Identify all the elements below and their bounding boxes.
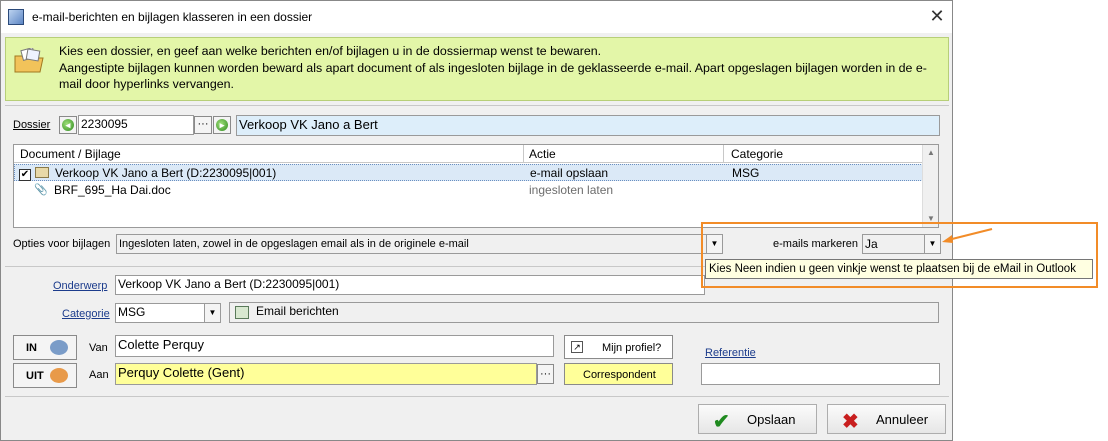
chevron-down-icon[interactable]: ▼: [204, 304, 220, 322]
email-envelope-icon: [35, 167, 49, 178]
dossier-next-button[interactable]: ▸: [213, 116, 231, 134]
aan-browse-button[interactable]: ···: [537, 364, 554, 384]
column-separator: [523, 145, 524, 163]
profile-button-label: Mijn profiel?: [602, 342, 662, 354]
opties-select[interactable]: Ingesloten laten, zowel in de opgeslagen…: [116, 234, 723, 254]
row-document: Verkoop VK Jano a Bert (D:2230095|001): [55, 166, 277, 180]
markeren-tooltip: Kies Neen indien u geen vinkje wenst te …: [705, 259, 1093, 279]
separator: [5, 105, 949, 106]
row-document: BRF_695_Ha Dai.doc: [54, 183, 171, 197]
person-mail-icon: [50, 340, 68, 355]
dossier-browse-button[interactable]: ···: [194, 116, 212, 134]
green-arrow-icon: ▸: [216, 119, 228, 131]
onderwerp-label: Onderwerp: [53, 280, 108, 292]
van-field[interactable]: Colette Perquy: [115, 335, 554, 357]
cancel-button-label: Annuleer: [876, 412, 929, 427]
categorie-description: Email berichten: [229, 302, 939, 323]
aan-label: Aan: [89, 369, 109, 381]
paperclip-icon: 📎: [34, 184, 48, 196]
cancel-button[interactable]: ✖ Annuleer: [827, 404, 946, 434]
onderwerp-field[interactable]: Verkoop VK Jano a Bert (D:2230095|001): [115, 275, 705, 295]
close-x-icon: ✖: [842, 411, 859, 433]
correspondent-button-label: Correspondent: [583, 369, 656, 381]
app-icon: [8, 9, 24, 25]
save-button-label: Opslaan: [747, 412, 796, 427]
window-title: e-mail-berichten en bijlagen klasseren i…: [32, 10, 313, 24]
referentie-label: Referentie: [705, 347, 756, 359]
table-icon: [235, 306, 249, 319]
info-line-1: Kies een dossier, en geef aan welke beri…: [59, 44, 602, 58]
column-header-categorie[interactable]: Categorie: [731, 147, 783, 161]
info-text: Kies een dossier, en geef aan welke beri…: [59, 43, 944, 93]
person-send-icon: [50, 368, 68, 383]
dossier-name-field[interactable]: Verkoop VK Jano a Bert: [236, 115, 940, 136]
column-separator: [723, 145, 724, 163]
aan-field[interactable]: Perquy Colette (Gent): [115, 363, 537, 385]
profile-button[interactable]: ↗ Mijn profiel?: [564, 335, 673, 359]
green-arrow-icon: ◂: [62, 119, 74, 131]
dialog-window: e-mail-berichten en bijlagen klasseren i…: [0, 0, 953, 441]
row-actie[interactable]: ingesloten laten: [529, 183, 613, 197]
row-actie[interactable]: e-mail opslaan: [530, 166, 608, 180]
checkmark-icon: ✔: [713, 411, 730, 433]
checkmark-icon: ✔: [19, 169, 31, 181]
attachments-grid: Document / Bijlage Actie Categorie ✔ Ver…: [13, 144, 939, 228]
scroll-up-icon[interactable]: ▲: [923, 145, 939, 161]
folder-document-icon: [14, 48, 44, 73]
correspondent-button[interactable]: Correspondent: [564, 363, 673, 385]
info-banner: Kies een dossier, en geef aan welke beri…: [5, 37, 949, 101]
table-row[interactable]: ✔ Verkoop VK Jano a Bert (D:2230095|001)…: [14, 164, 923, 181]
column-header-document[interactable]: Document / Bijlage: [20, 147, 121, 161]
uit-label: UIT: [26, 370, 44, 382]
row-categorie[interactable]: MSG: [732, 166, 759, 180]
in-label: IN: [26, 342, 37, 354]
row-checkbox[interactable]: ✔: [19, 166, 31, 181]
annotation-arrow-icon: [942, 228, 993, 243]
dossier-prev-button[interactable]: ◂: [59, 116, 77, 134]
in-button[interactable]: IN: [13, 335, 77, 360]
dossier-number-field[interactable]: 2230095: [78, 115, 194, 135]
table-row[interactable]: 📎 BRF_695_Ha Dai.doc ingesloten laten: [14, 182, 923, 199]
save-button[interactable]: ✔ Opslaan: [698, 404, 817, 434]
dossier-label: Dossier: [13, 119, 51, 131]
info-line-2: Aangestipte bijlagen kunnen worden bewar…: [59, 60, 927, 92]
categorie-label: Categorie: [62, 308, 110, 320]
referentie-field[interactable]: [701, 363, 940, 385]
opties-label: Opties voor bijlagen: [13, 238, 111, 250]
separator: [5, 396, 949, 397]
title-bar: e-mail-berichten en bijlagen klasseren i…: [1, 1, 952, 33]
van-label: Van: [89, 342, 108, 354]
arrow-out-icon: ↗: [571, 341, 583, 353]
grid-header: Document / Bijlage Actie Categorie: [14, 145, 923, 163]
column-header-actie[interactable]: Actie: [529, 147, 556, 161]
close-button[interactable]: ✕: [924, 5, 950, 29]
grid-scrollbar[interactable]: ▲ ▼: [922, 145, 938, 227]
uit-button[interactable]: UIT: [13, 363, 77, 388]
